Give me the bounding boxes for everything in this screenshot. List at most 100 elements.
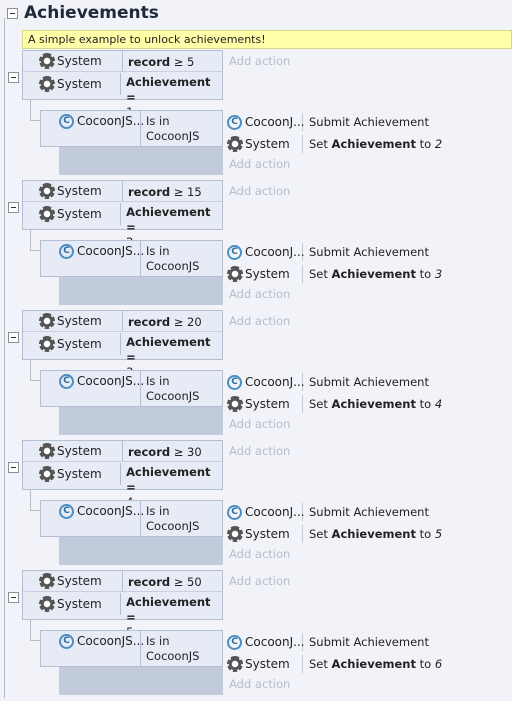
label-c1b: Achievement = <box>126 595 211 624</box>
gear-icon <box>39 336 55 352</box>
label-c0r: ≥ 50 <box>170 575 202 589</box>
collapse-event-toggle[interactable] <box>8 462 19 473</box>
condition-row[interactable]: System Achievement =2 <box>23 203 222 249</box>
condition-row[interactable]: System Achievement =5 <box>23 593 222 639</box>
condition-row[interactable]: System record ≥ 15 <box>23 181 222 202</box>
tree-line <box>30 510 40 511</box>
add-action-link[interactable]: Add action <box>229 157 290 171</box>
gear-icon <box>39 76 55 92</box>
action-object: C CocoonJ... <box>223 503 305 521</box>
add-action-link[interactable]: Add action <box>229 547 290 561</box>
label-a0obj: CocoonJ... <box>245 375 305 389</box>
label-c1obj: System <box>57 207 102 221</box>
collapse-group-toggle[interactable] <box>7 8 18 19</box>
gear-icon <box>39 183 55 199</box>
condition-object: System <box>23 571 123 591</box>
collapse-event-toggle[interactable] <box>8 202 19 213</box>
label-a1b: Achievement <box>331 527 416 541</box>
add-action-link[interactable]: Add action <box>229 677 290 691</box>
cocoon-icon: C <box>59 244 74 259</box>
condition-object: System <box>23 181 123 201</box>
add-action-link[interactable]: Add action <box>229 444 290 458</box>
cocoon-icon: C <box>227 244 242 260</box>
condition-row[interactable]: System record ≥ 30 <box>23 441 222 462</box>
action-row[interactable]: C CocoonJ... Submit Achievement <box>223 631 512 653</box>
add-action-link[interactable]: Add action <box>229 314 290 328</box>
label-a1i: 2 <box>434 137 443 151</box>
gear-icon <box>39 53 55 69</box>
action-row[interactable]: System Set Achievement to 2 <box>223 133 512 155</box>
action-row[interactable]: System Set Achievement to 6 <box>223 653 512 675</box>
gear-icon <box>39 466 55 482</box>
label-c0obj: System <box>57 54 102 68</box>
condition-object: C CocoonJS... <box>41 501 144 536</box>
condition-row[interactable]: System Achievement =3 <box>23 333 222 379</box>
collapse-event-toggle[interactable] <box>8 72 19 83</box>
action-row[interactable]: C CocoonJ... Submit Achievement <box>223 501 512 523</box>
label-sobj: CocoonJS... <box>77 634 145 648</box>
group-comment[interactable]: A simple example to unlock achievements! <box>22 30 512 49</box>
event-conditions[interactable]: System record ≥ 20 System Achievement =3 <box>22 310 223 379</box>
label-c0obj: System <box>57 444 102 458</box>
add-action-link[interactable]: Add action <box>229 417 290 431</box>
condition-row[interactable]: System Achievement =1 <box>23 73 222 119</box>
label-c0r: ≥ 30 <box>170 445 202 459</box>
action-row[interactable]: System Set Achievement to 3 <box>223 263 512 285</box>
add-action-link[interactable]: Add action <box>229 54 290 68</box>
label-c1obj: System <box>57 77 102 91</box>
tree-line <box>30 360 31 380</box>
event-conditions[interactable]: System record ≥ 5 System Achievement =1 <box>22 50 223 119</box>
gear-icon <box>227 526 243 542</box>
condition-row[interactable]: System record ≥ 20 <box>23 311 222 332</box>
cocoon-icon: C <box>59 374 74 389</box>
label-a1obj: System <box>245 137 290 151</box>
condition-text: Is in CocoonJS <box>146 244 200 273</box>
sub-event-empty-area <box>59 147 223 175</box>
label-c0r: ≥ 20 <box>170 315 202 329</box>
action-object: C CocoonJ... <box>223 243 305 261</box>
collapse-event-toggle[interactable] <box>8 592 19 603</box>
add-action-link[interactable]: Add action <box>229 184 290 198</box>
condition-row[interactable]: System record ≥ 5 <box>23 51 222 72</box>
collapse-event-toggle[interactable] <box>8 332 19 343</box>
label-c1b: Achievement = <box>126 205 211 234</box>
label-a1i: 5 <box>434 527 443 541</box>
sub-event-conditions[interactable]: C CocoonJS... Is in CocoonJS <box>40 630 223 667</box>
action-row[interactable]: C CocoonJ... Submit Achievement <box>223 241 512 263</box>
label-a1pre: Set <box>309 137 332 151</box>
label-a1mid: to <box>415 267 435 281</box>
add-action-link[interactable]: Add action <box>229 574 290 588</box>
sub-event-conditions[interactable]: C CocoonJS... Is in CocoonJS <box>40 110 223 147</box>
label-c0b: record <box>128 575 171 589</box>
action-row[interactable]: System Set Achievement to 4 <box>223 393 512 415</box>
action-object: C CocoonJ... <box>223 113 305 131</box>
sub-event-conditions[interactable]: C CocoonJS... Is in CocoonJS <box>40 370 223 407</box>
action-row[interactable]: C CocoonJ... Submit Achievement <box>223 371 512 393</box>
sub-event-conditions[interactable]: C CocoonJS... Is in CocoonJS <box>40 500 223 537</box>
label-a1b: Achievement <box>331 657 416 671</box>
event-conditions[interactable]: System record ≥ 15 System Achievement =2 <box>22 180 223 249</box>
cocoon-icon: C <box>227 374 242 390</box>
label-a1i: 3 <box>434 267 443 281</box>
condition-row[interactable]: System record ≥ 50 <box>23 571 222 592</box>
tree-line <box>30 490 31 510</box>
action-text: Submit Achievement <box>309 375 429 389</box>
label-c0r: ≥ 5 <box>170 55 195 69</box>
event-conditions[interactable]: System record ≥ 30 System Achievement =4 <box>22 440 223 509</box>
condition-object: System <box>23 51 123 71</box>
sub-event-conditions[interactable]: C CocoonJS... Is in CocoonJS <box>40 240 223 277</box>
sub-event-empty-area <box>59 537 223 565</box>
gear-icon <box>227 396 243 412</box>
condition-object: C CocoonJS... <box>41 371 144 406</box>
tree-line <box>30 250 40 251</box>
add-action-link[interactable]: Add action <box>229 287 290 301</box>
action-text: Submit Achievement <box>309 245 429 259</box>
action-row[interactable]: C CocoonJ... Submit Achievement <box>223 111 512 133</box>
action-row[interactable]: System Set Achievement to 5 <box>223 523 512 545</box>
event-conditions[interactable]: System record ≥ 50 System Achievement =5 <box>22 570 223 639</box>
label-a0obj: CocoonJ... <box>245 115 305 129</box>
action-object: System <box>223 395 303 413</box>
condition-row[interactable]: System Achievement =4 <box>23 463 222 509</box>
condition-object: C CocoonJS... <box>41 241 144 276</box>
cocoon-icon: C <box>59 114 74 129</box>
